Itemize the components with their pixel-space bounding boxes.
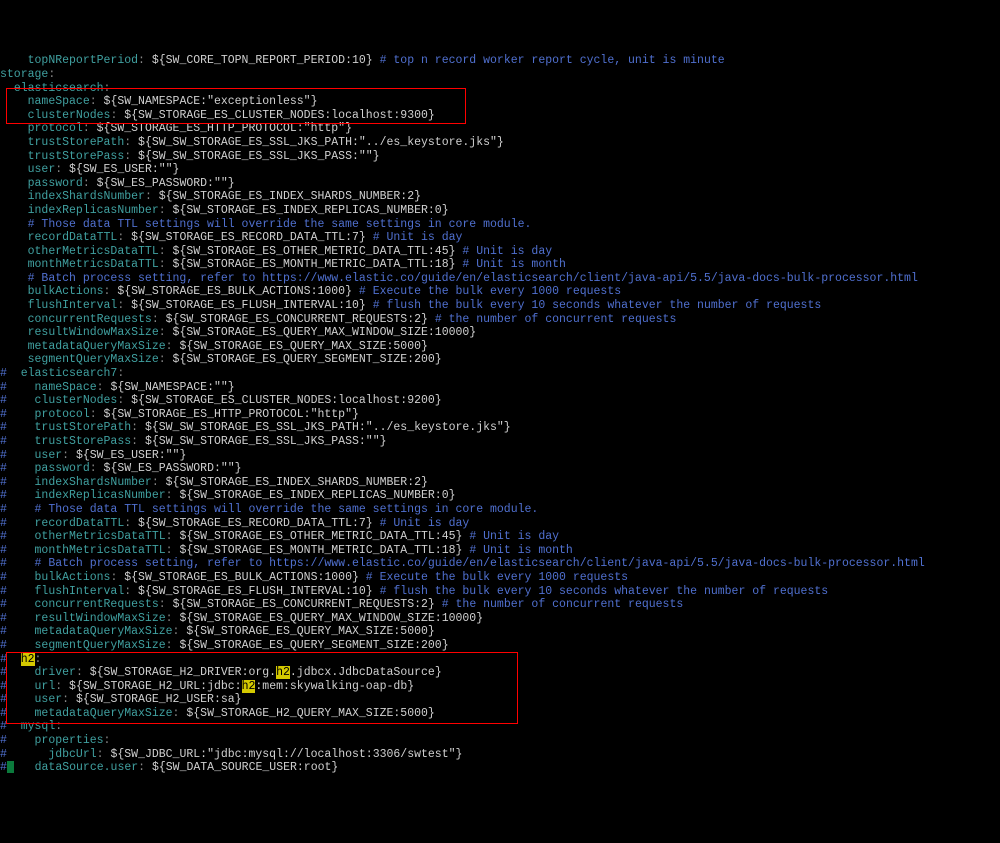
code-line: # metadataQueryMaxSize: ${SW_STORAGE_H2_… — [0, 707, 1000, 721]
code-line: # bulkActions: ${SW_STORAGE_ES_BULK_ACTI… — [0, 571, 1000, 585]
code-line: # h2: — [0, 653, 1000, 667]
code-line: # elasticsearch7: — [0, 367, 1000, 381]
code-line: # monthMetricsDataTTL: ${SW_STORAGE_ES_M… — [0, 544, 1000, 558]
code-line: trustStorePass: ${SW_SW_STORAGE_ES_SSL_J… — [0, 150, 1000, 164]
code-line: # properties: — [0, 734, 1000, 748]
code-line: # url: ${SW_STORAGE_H2_URL:jdbc:h2:mem:s… — [0, 680, 1000, 694]
code-line: user: ${SW_ES_USER:""} — [0, 163, 1000, 177]
code-line: # # Batch process setting, refer to http… — [0, 557, 1000, 571]
code-line: # dataSource.user: ${SW_DATA_SOURCE_USER… — [0, 761, 1000, 775]
code-line: monthMetricsDataTTL: ${SW_STORAGE_ES_MON… — [0, 258, 1000, 272]
code-line: # concurrentRequests: ${SW_STORAGE_ES_CO… — [0, 598, 1000, 612]
code-line: flushInterval: ${SW_STORAGE_ES_FLUSH_INT… — [0, 299, 1000, 313]
code-line: otherMetricsDataTTL: ${SW_STORAGE_ES_OTH… — [0, 245, 1000, 259]
code-line: storage: — [0, 68, 1000, 82]
code-line: # otherMetricsDataTTL: ${SW_STORAGE_ES_O… — [0, 530, 1000, 544]
code-line: nameSpace: ${SW_NAMESPACE:"exceptionless… — [0, 95, 1000, 109]
code-line: concurrentRequests: ${SW_STORAGE_ES_CONC… — [0, 313, 1000, 327]
code-line: bulkActions: ${SW_STORAGE_ES_BULK_ACTION… — [0, 285, 1000, 299]
code-line: # indexReplicasNumber: ${SW_STORAGE_ES_I… — [0, 489, 1000, 503]
code-line: resultWindowMaxSize: ${SW_STORAGE_ES_QUE… — [0, 326, 1000, 340]
code-line: clusterNodes: ${SW_STORAGE_ES_CLUSTER_NO… — [0, 109, 1000, 123]
code-line: recordDataTTL: ${SW_STORAGE_ES_RECORD_DA… — [0, 231, 1000, 245]
code-line: # protocol: ${SW_STORAGE_ES_HTTP_PROTOCO… — [0, 408, 1000, 422]
code-line: password: ${SW_ES_PASSWORD:""} — [0, 177, 1000, 191]
code-line: # Those data TTL settings will override … — [0, 218, 1000, 232]
code-line: # trustStorePath: ${SW_SW_STORAGE_ES_SSL… — [0, 421, 1000, 435]
code-line: # clusterNodes: ${SW_STORAGE_ES_CLUSTER_… — [0, 394, 1000, 408]
code-line: # user: ${SW_ES_USER:""} — [0, 449, 1000, 463]
code-editor[interactable]: topNReportPeriod: ${SW_CORE_TOPN_REPORT_… — [0, 54, 1000, 775]
code-line: indexReplicasNumber: ${SW_STORAGE_ES_IND… — [0, 204, 1000, 218]
code-line: # flushInterval: ${SW_STORAGE_ES_FLUSH_I… — [0, 585, 1000, 599]
code-line: # password: ${SW_ES_PASSWORD:""} — [0, 462, 1000, 476]
code-line: # mysql: — [0, 720, 1000, 734]
code-line: # nameSpace: ${SW_NAMESPACE:""} — [0, 381, 1000, 395]
code-line: elasticsearch: — [0, 82, 1000, 96]
code-line: indexShardsNumber: ${SW_STORAGE_ES_INDEX… — [0, 190, 1000, 204]
code-line: topNReportPeriod: ${SW_CORE_TOPN_REPORT_… — [0, 54, 1000, 68]
code-line: # trustStorePass: ${SW_SW_STORAGE_ES_SSL… — [0, 435, 1000, 449]
code-line: # indexShardsNumber: ${SW_STORAGE_ES_IND… — [0, 476, 1000, 490]
code-line: # user: ${SW_STORAGE_H2_USER:sa} — [0, 693, 1000, 707]
code-line: trustStorePath: ${SW_SW_STORAGE_ES_SSL_J… — [0, 136, 1000, 150]
code-line: # driver: ${SW_STORAGE_H2_DRIVER:org.h2.… — [0, 666, 1000, 680]
code-line: # recordDataTTL: ${SW_STORAGE_ES_RECORD_… — [0, 517, 1000, 531]
code-line: # resultWindowMaxSize: ${SW_STORAGE_ES_Q… — [0, 612, 1000, 626]
code-line: segmentQueryMaxSize: ${SW_STORAGE_ES_QUE… — [0, 353, 1000, 367]
code-line: # # Those data TTL settings will overrid… — [0, 503, 1000, 517]
code-line: protocol: ${SW_STORAGE_ES_HTTP_PROTOCOL:… — [0, 122, 1000, 136]
code-line: # jdbcUrl: ${SW_JDBC_URL:"jdbc:mysql://l… — [0, 748, 1000, 762]
code-line: # segmentQueryMaxSize: ${SW_STORAGE_ES_Q… — [0, 639, 1000, 653]
code-line: # Batch process setting, refer to https:… — [0, 272, 1000, 286]
code-line: # metadataQueryMaxSize: ${SW_STORAGE_ES_… — [0, 625, 1000, 639]
code-line: metadataQueryMaxSize: ${SW_STORAGE_ES_QU… — [0, 340, 1000, 354]
